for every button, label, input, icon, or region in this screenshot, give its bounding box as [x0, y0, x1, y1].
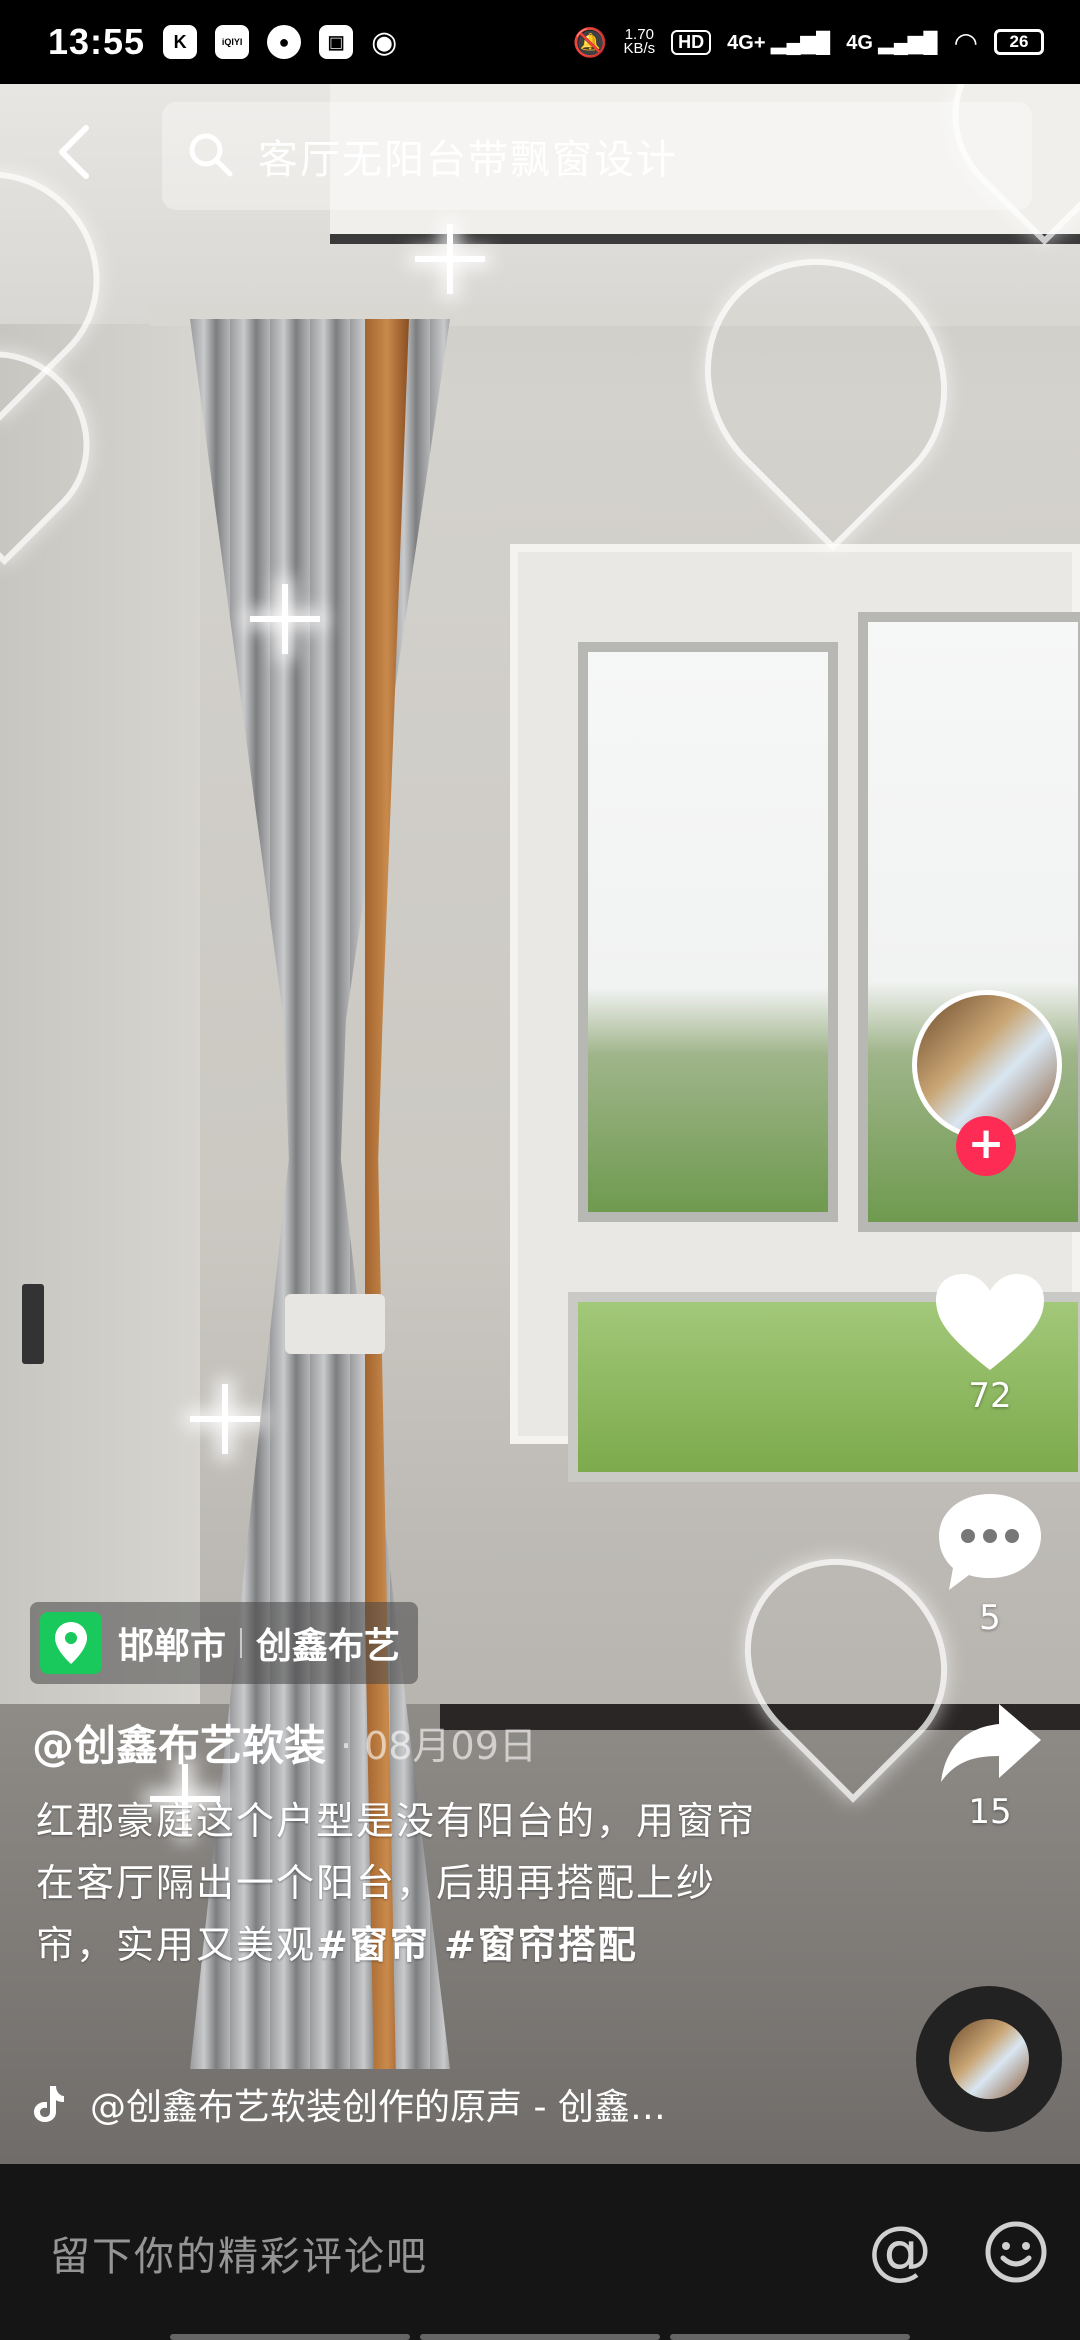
post-date: · 08月09日 — [340, 1724, 537, 1768]
back-button[interactable] — [50, 122, 110, 192]
follow-plus-button[interactable]: + — [956, 1116, 1016, 1176]
signal-4g-plus: 4G+ ▂▄▆█ — [727, 31, 831, 54]
gallery-app-icon: ▣ — [319, 25, 354, 59]
location-divider — [240, 1628, 243, 1658]
share-button[interactable]: 15 — [900, 1700, 1080, 1832]
mute-icon: 🔕 — [572, 26, 608, 58]
author-name[interactable]: @创鑫布艺软装 — [32, 1712, 326, 1773]
comment-bar: 留下你的精彩评论吧 @ — [0, 2164, 1080, 2340]
iqiyi-app-icon: iQIYI — [215, 25, 250, 59]
location-chip[interactable]: 邯郸市 创鑫布艺 — [30, 1602, 419, 1684]
sparkle-effect-icon — [415, 224, 485, 294]
emoji-button[interactable] — [984, 2220, 1048, 2284]
music-line[interactable]: @创鑫布艺软装创作的原声 - 创鑫… — [30, 2078, 770, 2130]
location-pin-icon — [40, 1612, 102, 1674]
signal-4g: 4G ▂▄▆█ — [846, 31, 938, 54]
like-count: 72 — [968, 1376, 1012, 1416]
home-indicator — [0, 2334, 1080, 2340]
comment-count: 5 — [979, 1598, 1001, 1638]
sparkle-effect-icon — [190, 1384, 260, 1454]
status-time: 13:55 — [48, 21, 146, 62]
search-bar[interactable]: 客厅无阳台带飘窗设计 — [162, 102, 1032, 210]
chevron-left-icon — [59, 125, 89, 179]
status-bar: 13:55 K iQIYI ● ▣ ◉ 🔕 1.70 KB/s HD 4G+ ▂… — [0, 0, 1080, 84]
music-disc-button[interactable] — [916, 1986, 1062, 2132]
music-title: @创鑫布艺软装创作的原声 - 创鑫… — [90, 2087, 666, 2128]
scene-curtain-tie — [285, 1294, 385, 1354]
top-bar: 客厅无阳台带飘窗设计 — [0, 84, 1080, 234]
battery-icon: 26 — [994, 29, 1044, 55]
like-button[interactable]: 72 — [900, 1270, 1080, 1416]
kuaishou-app-icon: K — [163, 25, 198, 59]
wifi-icon: ◠ — [953, 26, 978, 58]
scene-wall-switch — [22, 1284, 44, 1364]
comment-icon — [939, 1494, 1041, 1590]
mention-button[interactable]: @ — [868, 2214, 932, 2288]
share-count: 15 — [968, 1792, 1012, 1832]
author-line: @创鑫布艺软装 · 08月09日 — [32, 1712, 537, 1773]
sparkle-effect-icon — [250, 584, 320, 654]
heart-icon — [936, 1274, 1044, 1370]
share-arrow-icon — [941, 1704, 1041, 1782]
search-icon — [186, 130, 234, 182]
location-city: 邯郸市 — [118, 1626, 227, 1667]
comment-button[interactable]: 5 — [900, 1490, 1080, 1638]
hashtag-link[interactable]: #窗帘搭配 — [444, 1923, 638, 1967]
disc-cover — [949, 2019, 1029, 2099]
location-shop: 创鑫布艺 — [256, 1626, 401, 1667]
hashtag-link[interactable]: #窗帘 — [316, 1923, 430, 1967]
net-speed: 1.70 KB/s — [623, 26, 656, 57]
tiktok-note-icon — [34, 2086, 64, 2122]
post-caption[interactable]: 红郡豪庭这个户型是没有阳台的，用窗帘在客厅隔出一个阳台，后期再搭配上纱帘，实用又… — [36, 1790, 776, 1976]
weibo-app-icon: ◉ — [371, 25, 398, 59]
compass-app-icon: ● — [267, 25, 302, 59]
hd-badge: HD — [671, 29, 712, 55]
comment-input[interactable]: 留下你的精彩评论吧 — [50, 2224, 428, 2282]
smiley-icon — [985, 2221, 1047, 2283]
search-query: 客厅无阳台带飘窗设计 — [258, 137, 678, 183]
